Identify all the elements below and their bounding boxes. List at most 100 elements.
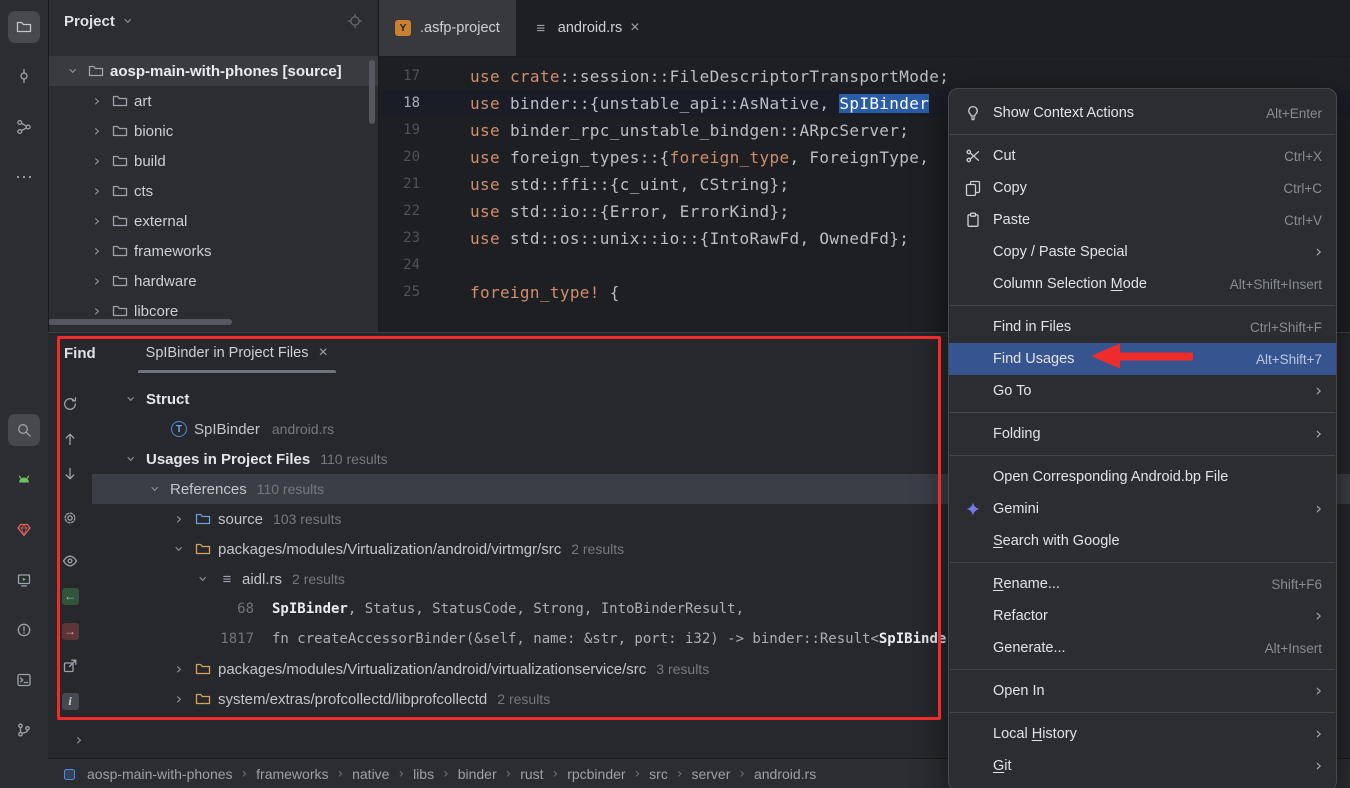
tree-item-label: libcore: [134, 303, 178, 320]
git-icon: [15, 721, 33, 739]
breadcrumb-item[interactable]: libs: [413, 766, 434, 782]
chevron-right-icon: ›: [170, 660, 188, 678]
project-tree-item[interactable]: ›aosp-main-with-phones [source]: [48, 56, 378, 86]
menu-item-generate[interactable]: Generate...Alt+Insert: [949, 632, 1336, 664]
find-results-tab[interactable]: SpIBinder in Project Files ×: [136, 333, 338, 373]
green-left-arrow-button[interactable]: ←: [57, 583, 83, 609]
menu-shortcut: Ctrl+X: [1284, 149, 1322, 164]
preview-button[interactable]: [57, 548, 83, 574]
stripe-commit-button[interactable]: [8, 60, 40, 92]
menu-separator: [950, 562, 1335, 563]
scrollbar-vertical[interactable]: [369, 60, 375, 124]
result-label: Struct: [146, 391, 189, 408]
project-tree-item[interactable]: ›external: [48, 206, 378, 236]
stripe-terminal-button[interactable]: [8, 664, 40, 696]
menu-item-rename[interactable]: Rename...Shift+F6: [949, 568, 1336, 600]
code-line-17[interactable]: 17use crate::session::FileDescriptorTran…: [378, 63, 1350, 90]
scrollbar-horizontal[interactable]: [48, 319, 232, 325]
breadcrumb-item[interactable]: frameworks: [256, 766, 328, 782]
breadcrumb-item[interactable]: native: [352, 766, 389, 782]
arrow-down-button[interactable]: [57, 461, 83, 487]
stripe-more-button[interactable]: ⋯: [8, 161, 40, 193]
code-token: binder_rpc_unstable_bindgen::ARpcServer;: [510, 121, 909, 140]
breadcrumb-item[interactable]: src: [649, 766, 668, 782]
code-token: std::ffi::{c_uint, CString};: [510, 175, 790, 194]
project-tree-item[interactable]: ›build: [48, 146, 378, 176]
chevron-down-icon[interactable]: ›: [119, 12, 137, 30]
stripe-problems-button[interactable]: [8, 614, 40, 646]
menu-item-search-with-google[interactable]: Search with Google: [949, 525, 1336, 557]
locate-file-icon[interactable]: [346, 12, 364, 30]
menu-item-column-selection-mode[interactable]: Column Selection ModeAlt+Shift+Insert: [949, 268, 1336, 300]
stripe-structure-button[interactable]: [8, 111, 40, 143]
menu-item-local-history[interactable]: Local History›: [949, 718, 1336, 750]
settings-button[interactable]: [57, 505, 83, 531]
chevron-right-icon: ›: [88, 182, 106, 200]
green-left-arrow-icon: ←: [61, 587, 79, 605]
close-icon[interactable]: ×: [318, 345, 327, 361]
menu-item-copy-paste-special[interactable]: Copy / Paste Special›: [949, 236, 1336, 268]
menu-item-folding[interactable]: Folding›: [949, 418, 1336, 450]
stripe-project-button[interactable]: [8, 11, 40, 43]
result-location: android.rs: [272, 421, 334, 437]
stripe-search-button[interactable]: [8, 414, 40, 446]
menu-item-open-corresponding-android-bp-file[interactable]: Open Corresponding Android.bp File: [949, 461, 1336, 493]
project-tree-item[interactable]: ›bionic: [48, 116, 378, 146]
menu-item-gemini[interactable]: Gemini›: [949, 493, 1336, 525]
chevron-right-icon: ›: [88, 152, 106, 170]
menu-item-copy[interactable]: CopyCtrl+C: [949, 172, 1336, 204]
menu-item-go-to[interactable]: Go To›: [949, 375, 1336, 407]
breadcrumb-item[interactable]: binder: [458, 766, 497, 782]
chevron-right-icon[interactable]: ›: [70, 731, 88, 749]
menu-shortcut: Alt+Insert: [1265, 641, 1322, 656]
menu-item-label: Rename...: [993, 576, 1261, 592]
breadcrumb-item[interactable]: rust: [520, 766, 543, 782]
menu-item-open-in[interactable]: Open In›: [949, 675, 1336, 707]
menu-item-find-usages[interactable]: Find UsagesAlt+Shift+7: [949, 343, 1336, 375]
editor-tab-android.rs[interactable]: ≡android.rs×: [516, 0, 656, 56]
submenu-arrow-icon: ›: [1315, 758, 1322, 775]
menu-item-paste[interactable]: PasteCtrl+V: [949, 204, 1336, 236]
menu-item-find-in-files[interactable]: Find in FilesCtrl+Shift+F: [949, 311, 1336, 343]
menu-item-git[interactable]: Git›: [949, 750, 1336, 782]
menu-item-label: Refactor: [993, 608, 1299, 624]
tree-item-label: external: [134, 213, 187, 230]
close-icon[interactable]: ×: [630, 20, 639, 36]
structure-icon: [15, 118, 33, 136]
breadcrumb-separator: ›: [677, 766, 683, 782]
arrow-up-button[interactable]: [57, 426, 83, 452]
stripe-running-devices-button[interactable]: [8, 564, 40, 596]
stripe-device-manager-button[interactable]: [8, 464, 40, 496]
menu-item-cut[interactable]: CutCtrl+X: [949, 140, 1336, 172]
stripe-version-control-button[interactable]: [8, 714, 40, 746]
rerun-button[interactable]: [57, 391, 83, 417]
menu-item-refactor[interactable]: Refactor›: [949, 600, 1336, 632]
submenu-arrow-icon: ›: [1315, 426, 1322, 443]
info-button[interactable]: i: [57, 688, 83, 714]
project-tree-item[interactable]: ›art: [48, 86, 378, 116]
result-count: 2 results: [292, 571, 345, 587]
breadcrumb-item[interactable]: android.rs: [754, 766, 816, 782]
menu-item-label: Find in Files: [993, 319, 1240, 335]
export-button[interactable]: [57, 653, 83, 679]
stripe-assistant-button[interactable]: [8, 514, 40, 546]
breadcrumb-item[interactable]: rpcbinder: [567, 766, 625, 782]
menu-item-label: Local History: [993, 726, 1299, 742]
left-toolbar-stripe: ⋯: [0, 0, 49, 788]
menu-item-show-context-actions[interactable]: Show Context ActionsAlt+Enter: [949, 97, 1336, 129]
red-right-arrow-button[interactable]: →: [57, 618, 83, 644]
project-tree-item[interactable]: ›cts: [48, 176, 378, 206]
breadcrumb-item[interactable]: aosp-main-with-phones: [87, 766, 233, 782]
folder-icon: [111, 152, 129, 170]
project-tree-item[interactable]: ›frameworks: [48, 236, 378, 266]
editor-tab-.asfp-project[interactable]: Y.asfp-project: [378, 0, 516, 56]
project-tree-item[interactable]: ›hardware: [48, 266, 378, 296]
breadcrumb-item[interactable]: server: [691, 766, 730, 782]
usage-line-number: 1817: [218, 631, 254, 647]
code-token: , ForeignType,: [789, 148, 929, 167]
submenu-arrow-icon: ›: [1315, 683, 1322, 700]
menu-separator: [950, 455, 1335, 456]
breadcrumb-separator: ›: [553, 766, 559, 782]
project-tool-window: Project › ›aosp-main-with-phones [source…: [48, 0, 379, 332]
result-label: packages/modules/Virtualization/android/…: [218, 661, 646, 678]
